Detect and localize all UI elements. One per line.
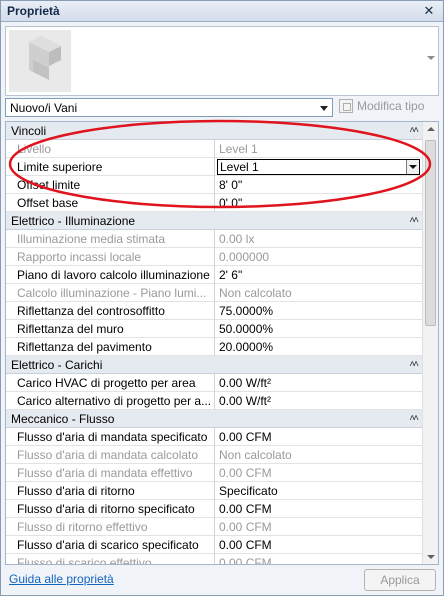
property-row[interactable]: Offset base 0' 0": [6, 194, 423, 212]
property-value: Non calcolato: [219, 286, 292, 300]
title-bar[interactable]: Proprietà ✕: [1, 1, 443, 22]
property-value[interactable]: 0' 0": [216, 194, 423, 212]
collapse-icon[interactable]: ˄˄: [409, 359, 419, 370]
dropdown-arrow-icon[interactable]: [406, 160, 419, 174]
property-row[interactable]: Riflettanza del controsoffitto 75.0000%: [6, 302, 423, 320]
collapse-icon[interactable]: ˄˄: [409, 413, 419, 424]
property-name: Offset base: [6, 194, 215, 212]
property-row[interactable]: Flusso d'aria di mandata specificato 0.00…: [6, 428, 423, 446]
property-row: Calcolo illuminazione - Piano lumi... Non…: [6, 284, 423, 302]
property-value[interactable]: 20.0000%: [216, 338, 423, 356]
property-value-combo[interactable]: Level 1: [217, 159, 420, 175]
properties-palette: Proprietà ✕ Nuovo/i Vani Modifica tipo V…: [0, 0, 444, 596]
property-row[interactable]: Offset limite 8' 0": [6, 176, 423, 194]
property-value[interactable]: 50.0000%: [216, 320, 423, 338]
group-name: Vincoli: [11, 124, 47, 138]
property-name: Illuminazione media stimata: [6, 230, 215, 248]
property-value: Level 1: [220, 160, 259, 174]
property-name: Flusso di scarico effettivo: [6, 554, 215, 564]
property-row[interactable]: Riflettanza del muro 50.0000%: [6, 320, 423, 338]
property-name: Limite superiore: [6, 158, 215, 176]
property-name: Riflettanza del controsoffitto: [6, 302, 215, 320]
scroll-down-icon[interactable]: [427, 555, 435, 559]
group-header[interactable]: Meccanico - Flusso ˄˄: [6, 410, 423, 428]
property-name: Calcolo illuminazione - Piano lumi...: [6, 284, 215, 302]
property-name: Flusso d'aria di scarico specificato: [6, 536, 215, 554]
group-header[interactable]: Elettrico - Illuminazione ˄˄: [6, 212, 423, 230]
property-row[interactable]: Flusso d'aria di scarico specificato 0.00…: [6, 536, 423, 554]
property-name: Riflettanza del pavimento: [6, 338, 215, 356]
property-value: 0.000000: [219, 250, 270, 264]
property-row[interactable]: Riflettanza del pavimento 20.0000%: [6, 338, 423, 356]
type-selector-dropdown[interactable]: Nuovo/i Vani: [5, 98, 333, 117]
property-row[interactable]: Limite superiore Level 1: [6, 158, 423, 176]
property-name: Flusso d'aria di mandata effettivo: [6, 464, 215, 482]
property-name: Flusso d'aria di ritorno specificato: [6, 500, 215, 518]
property-row[interactable]: Piano di lavoro calcolo illuminazione 2' …: [6, 266, 423, 284]
property-row: Illuminazione media stimata 0.00 lx: [6, 230, 423, 248]
property-value: 0.00 CFM: [219, 556, 272, 565]
chevron-down-icon[interactable]: [427, 56, 435, 60]
properties-grid-body: Vincoli ˄˄ Livello Level 1 Limite superiore L…: [6, 122, 423, 565]
property-name: Flusso d'aria di mandata specificato: [6, 428, 215, 446]
property-value: 0.00 lx: [219, 232, 255, 246]
property-value[interactable]: 0.00 CFM: [216, 536, 423, 554]
scroll-up-icon[interactable]: [427, 127, 435, 131]
property-name: Piano di lavoro calcolo illuminazione: [6, 266, 215, 284]
property-value[interactable]: Specificato: [216, 482, 423, 500]
properties-grid: Vincoli ˄˄ Livello Level 1 Limite superiore L…: [5, 121, 439, 565]
group-name: Elettrico - Carichi: [11, 358, 103, 372]
edit-type-icon: [339, 99, 353, 113]
property-row[interactable]: Flusso d'aria di ritorno specificato 0.00…: [6, 500, 423, 518]
property-name: Carico HVAC di progetto per area: [6, 374, 215, 392]
group-header[interactable]: Elettrico - Carichi ˄˄: [6, 356, 423, 374]
group-name: Elettrico - Illuminazione: [11, 214, 136, 228]
collapse-icon[interactable]: ˄˄: [409, 125, 419, 136]
property-row: Flusso di ritorno effettivo 0.00 CFM: [6, 518, 423, 536]
property-value[interactable]: 8' 0": [216, 176, 423, 194]
property-value[interactable]: 0.00 W/ft²: [216, 374, 423, 392]
property-row: Flusso di scarico effettivo 0.00 CFM: [6, 554, 423, 565]
property-row[interactable]: Flusso d'aria di ritorno Specificato: [6, 482, 423, 500]
property-name: Offset limite: [6, 176, 215, 194]
collapse-icon[interactable]: ˄˄: [409, 215, 419, 226]
property-value[interactable]: 0.00 W/ft²: [216, 392, 423, 410]
property-name: Flusso d'aria di ritorno: [6, 482, 215, 500]
vertical-scrollbar[interactable]: [422, 122, 438, 564]
edit-type-button[interactable]: Modifica tipo: [339, 99, 424, 117]
property-value: Non calcolato: [219, 448, 292, 462]
properties-help-link[interactable]: Guida alle proprietà: [9, 572, 114, 586]
property-row[interactable]: Carico HVAC di progetto per area 0.00 W/f…: [6, 374, 423, 392]
property-name: Riflettanza del muro: [6, 320, 215, 338]
property-row: Flusso d'aria di mandata calcolato Non ca…: [6, 446, 423, 464]
property-name: Rapporto incassi locale: [6, 248, 215, 266]
apply-button[interactable]: Applica: [364, 569, 436, 591]
group-name: Meccanico - Flusso: [11, 412, 115, 426]
property-value[interactable]: 0.00 CFM: [216, 428, 423, 446]
property-name: Flusso d'aria di mandata calcolato: [6, 446, 215, 464]
room-type-thumbnail: [9, 30, 71, 92]
property-value: 0.00 CFM: [219, 466, 272, 480]
property-row: Livello Level 1: [6, 140, 423, 158]
property-value[interactable]: 0.00 CFM: [216, 500, 423, 518]
property-value: Level 1: [219, 142, 258, 156]
property-row: Rapporto incassi locale 0.000000: [6, 248, 423, 266]
close-icon[interactable]: ✕: [421, 3, 437, 19]
dropdown-arrow-icon[interactable]: [317, 101, 330, 114]
property-row: Flusso d'aria di mandata effettivo 0.00 C…: [6, 464, 423, 482]
property-row[interactable]: Carico alternativo di progetto per a... 0…: [6, 392, 423, 410]
panel-title: Proprietà: [7, 4, 60, 18]
type-selector-value: Nuovo/i Vani: [10, 101, 78, 115]
property-name: Livello: [6, 140, 215, 158]
property-value[interactable]: 2' 6": [216, 266, 423, 284]
property-name: Carico alternativo di progetto per a...: [6, 392, 215, 410]
property-value: 0.00 CFM: [219, 520, 272, 534]
type-preview: [5, 26, 439, 96]
scrollbar-thumb[interactable]: [425, 140, 436, 326]
property-value[interactable]: 75.0000%: [216, 302, 423, 320]
property-name: Flusso di ritorno effettivo: [6, 518, 215, 536]
edit-type-label: Modifica tipo: [357, 99, 425, 113]
group-header[interactable]: Vincoli ˄˄: [6, 122, 423, 140]
preview-scroll[interactable]: [424, 27, 438, 95]
